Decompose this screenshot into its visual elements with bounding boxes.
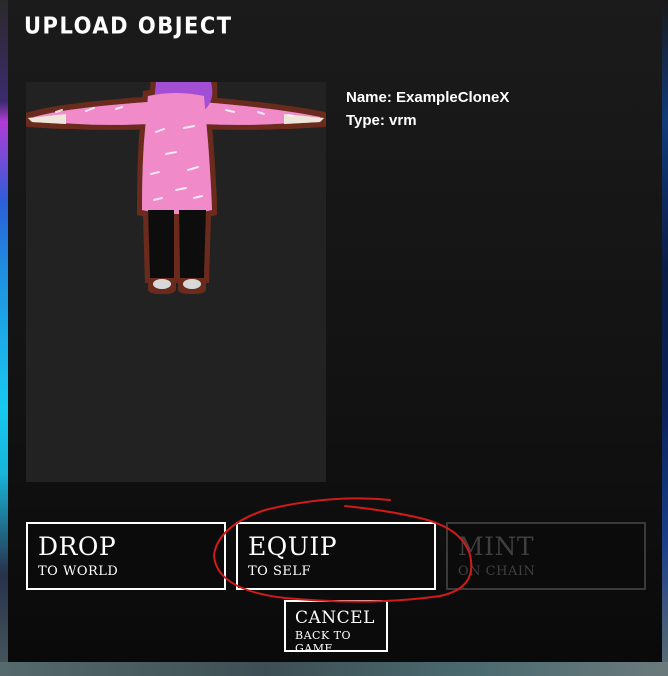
background-scene-right (662, 0, 668, 676)
object-info: Name: ExampleCloneX Type: vrm (346, 86, 509, 132)
mint-button-label: MINT (458, 532, 535, 561)
cancel-button[interactable]: CANCEL BACK TO GAME (284, 600, 388, 655)
object-type: Type: vrm (346, 112, 417, 129)
dialog-title: UPLOAD OBJECT (24, 12, 233, 40)
background-scene-left (0, 0, 8, 676)
equip-button-sublabel: TO SELF (248, 564, 312, 579)
cancel-button-label: CANCEL (295, 608, 375, 628)
mint-button-sublabel: ON CHAIN (458, 564, 536, 579)
equip-button-label: EQUIP (248, 532, 338, 561)
model-preview[interactable] (26, 82, 326, 482)
drop-button-label: DROP (38, 532, 117, 561)
mint-on-chain-button: MINT ON CHAIN (446, 522, 646, 590)
cancel-button-sublabel: BACK TO GAME (295, 629, 352, 655)
equip-button[interactable]: EQUIP TO SELF (236, 522, 436, 590)
drop-button-sublabel: TO WORLD (38, 564, 119, 579)
object-name: Name: ExampleCloneX (346, 89, 510, 106)
avatar-preview-icon (28, 82, 324, 289)
background-scene-bottom (0, 662, 668, 676)
drop-to-world-button[interactable]: DROP TO WORLD (26, 522, 226, 590)
